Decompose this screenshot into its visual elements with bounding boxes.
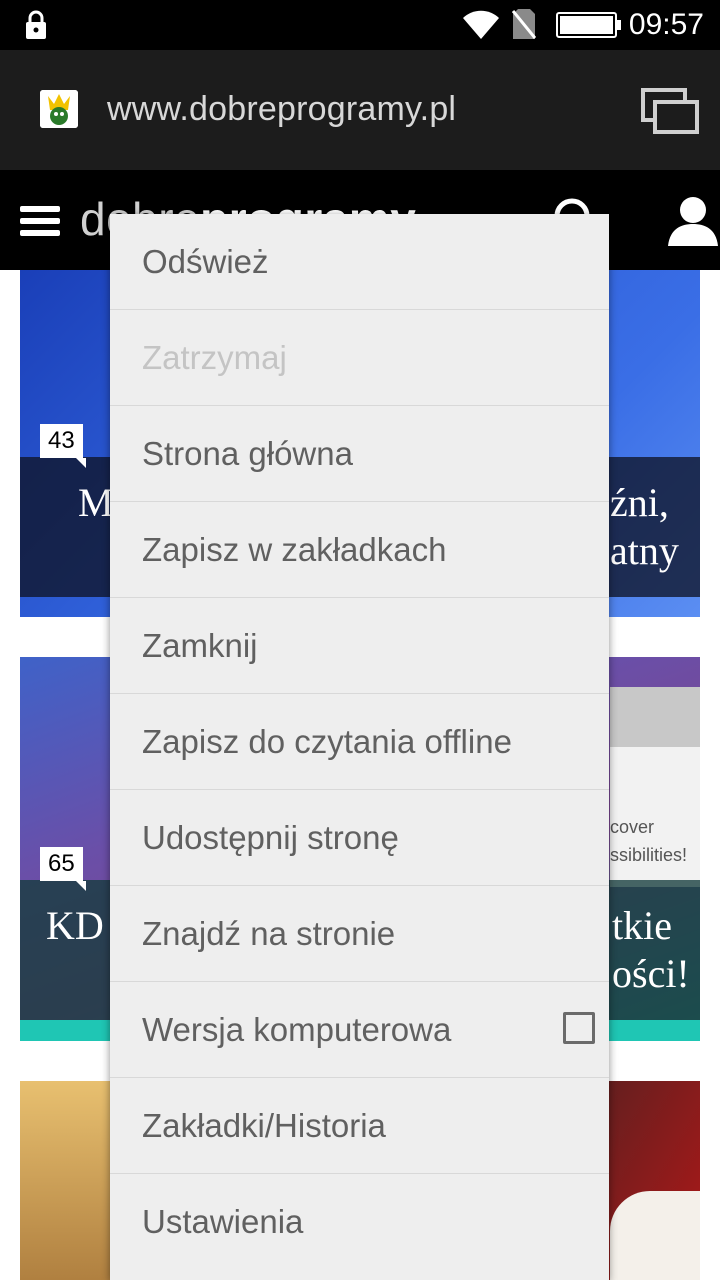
menu-item-label: Zakładki/Historia: [142, 1106, 386, 1144]
article-title-fragment: M: [78, 480, 114, 525]
menu-item-label: Zatrzymaj: [142, 338, 287, 376]
menu-item-label: Odśwież: [142, 242, 269, 280]
image-fragment: [20, 1081, 110, 1280]
menu-item-label: Zapisz w zakładkach: [142, 530, 447, 568]
menu-item-label: Zapisz do czytania offline: [142, 722, 512, 760]
menu-item-save-offline[interactable]: Zapisz do czytania offline: [110, 694, 609, 790]
screenshot-text: ssibilities!: [610, 845, 688, 865]
wifi-icon: [463, 10, 499, 40]
browser-url-bar[interactable]: www.dobreprogramy.pl: [0, 50, 720, 170]
screenshot-fragment: [610, 687, 700, 747]
user-icon[interactable]: [666, 194, 720, 248]
comment-count-badge: 43: [40, 424, 86, 468]
url-text[interactable]: www.dobreprogramy.pl: [107, 90, 456, 129]
menu-item-home[interactable]: Strona główna: [110, 406, 609, 502]
menu-item-label: Zamknij: [142, 626, 258, 664]
menu-item-refresh[interactable]: Odśwież: [110, 214, 609, 310]
status-bar: 09:57: [0, 0, 720, 50]
article-title-fragment: źni,: [610, 480, 669, 525]
menu-item-label: Ustawienia: [142, 1203, 304, 1240]
article-title-fragment: tkie: [612, 903, 672, 948]
screenshot-text: cover: [610, 817, 655, 837]
menu-item-settings[interactable]: Ustawienia: [110, 1174, 609, 1270]
dobreprogramy-favicon: [40, 90, 78, 128]
menu-item-close[interactable]: Zamknij: [110, 598, 609, 694]
image-fragment: [610, 1191, 700, 1280]
menu-item-bookmark[interactable]: Zapisz w zakładkach: [110, 502, 609, 598]
lock-icon: [26, 10, 46, 39]
browser-options-menu: Odśwież Zatrzymaj Strona główna Zapisz w…: [110, 214, 609, 1280]
menu-item-stop: Zatrzymaj: [110, 310, 609, 406]
menu-item-find[interactable]: Znajdź na stronie: [110, 886, 609, 982]
hamburger-icon[interactable]: [20, 204, 60, 238]
status-time: 09:57: [628, 8, 704, 41]
menu-item-label: Strona główna: [142, 434, 353, 472]
tabs-icon[interactable]: [640, 87, 700, 135]
battery-icon: [556, 12, 621, 38]
article-title-fragment: KD: [46, 903, 104, 948]
article-title-fragment: ości!: [612, 951, 690, 996]
desktop-version-checkbox[interactable]: [563, 1012, 595, 1044]
menu-item-label: Znajdź na stronie: [142, 914, 396, 952]
menu-item-share[interactable]: Udostępnij stronę: [110, 790, 609, 886]
menu-item-label: Udostępnij stronę: [142, 818, 399, 856]
menu-item-bookmarks-history[interactable]: Zakładki/Historia: [110, 1078, 609, 1174]
article-title-fragment: atny: [610, 528, 679, 573]
comment-count-badge: 65: [40, 847, 86, 891]
no-sim-icon: [512, 9, 536, 39]
menu-item-desktop-version[interactable]: Wersja komputerowa: [110, 982, 609, 1078]
menu-item-label: Wersja komputerowa: [142, 1010, 452, 1048]
